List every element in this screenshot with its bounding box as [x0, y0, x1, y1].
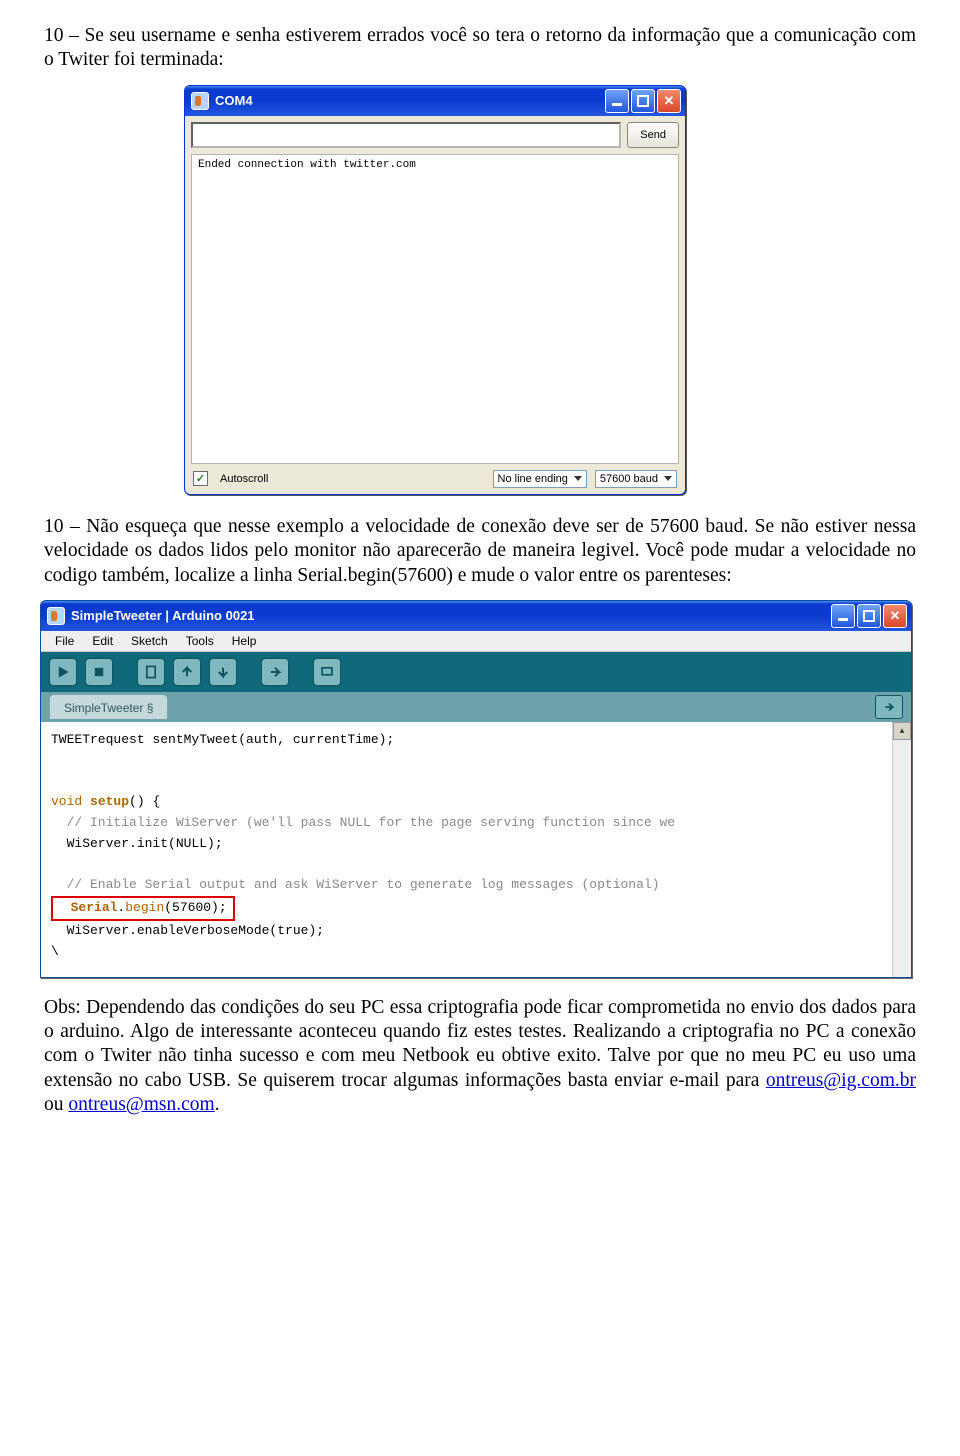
email-link-1[interactable]: ontreus@ig.com.br — [766, 1070, 916, 1091]
close-button[interactable]: ✕ — [657, 89, 681, 113]
paragraph-obs: Obs: Dependendo das condições do seu PC … — [44, 996, 916, 1118]
chevron-down-icon — [664, 476, 672, 481]
open-button[interactable] — [173, 658, 201, 686]
ide-window-title: SimpleTweeter | Arduino 0021 — [71, 608, 831, 623]
serial-monitor-button[interactable] — [313, 658, 341, 686]
tab-menu-button[interactable] — [875, 695, 903, 719]
email-link-2[interactable]: ontreus@msn.com — [68, 1094, 214, 1115]
code-line: WiServer.init(NULL); — [51, 836, 223, 851]
ide-menubar: File Edit Sketch Tools Help — [41, 631, 911, 652]
ide-titlebar[interactable]: SimpleTweeter | Arduino 0021 ✕ — [41, 601, 911, 631]
menu-help[interactable]: Help — [232, 634, 257, 648]
minimize-button[interactable] — [831, 604, 855, 628]
maximize-button[interactable] — [631, 89, 655, 113]
send-button[interactable]: Send — [627, 122, 679, 148]
window-title: COM4 — [215, 93, 605, 108]
code-comment: // Enable Serial output and ask WiServer… — [51, 877, 660, 892]
chevron-down-icon — [574, 476, 582, 481]
menu-sketch[interactable]: Sketch — [131, 634, 168, 648]
new-button[interactable] — [137, 658, 165, 686]
baud-value: 57600 baud — [600, 473, 658, 485]
menu-tools[interactable]: Tools — [186, 634, 214, 648]
code-editor[interactable]: TWEETrequest sentMyTweet(auth, currentTi… — [41, 722, 893, 977]
code-keyword: void — [51, 794, 82, 809]
upload-button[interactable] — [261, 658, 289, 686]
maximize-button[interactable] — [857, 604, 881, 628]
ide-statusbar: SimpleTweeter § — [41, 692, 911, 722]
code-line: TWEETrequest sentMyTweet(auth, currentTi… — [51, 732, 394, 747]
code-func: setup — [90, 794, 129, 809]
menu-edit[interactable]: Edit — [92, 634, 113, 648]
scrollbar[interactable]: ▴ — [893, 722, 911, 977]
stop-button[interactable] — [85, 658, 113, 686]
code-comment: // Initialize WiServer (we'll pass NULL … — [51, 815, 675, 830]
ide-toolbar — [41, 652, 911, 692]
line-ending-value: No line ending — [498, 473, 568, 485]
save-button[interactable] — [209, 658, 237, 686]
paragraph-1: 10 – Se seu username e senha estiverem e… — [44, 24, 916, 73]
java-icon — [47, 607, 65, 625]
arduino-ide-window: SimpleTweeter | Arduino 0021 ✕ File Edit… — [40, 600, 912, 978]
sketch-tab[interactable]: SimpleTweeter § — [49, 694, 168, 719]
java-icon — [191, 92, 209, 110]
highlighted-line: Serial.begin(57600); — [51, 896, 235, 921]
serial-input[interactable] — [191, 122, 621, 148]
line-ending-dropdown[interactable]: No line ending — [493, 470, 587, 488]
run-button[interactable] — [49, 658, 77, 686]
code-line: \ — [51, 944, 59, 959]
titlebar[interactable]: COM4 ✕ — [185, 86, 685, 116]
code-line: WiServer.enableVerboseMode(true); — [51, 923, 324, 938]
menu-file[interactable]: File — [55, 634, 74, 648]
baud-dropdown[interactable]: 57600 baud — [595, 470, 677, 488]
autoscroll-label: Autoscroll — [220, 473, 268, 485]
paragraph-2: 10 – Não esqueça que nesse exemplo a vel… — [44, 515, 916, 588]
close-button[interactable]: ✕ — [883, 604, 907, 628]
serial-monitor-window: COM4 ✕ Send Ended connection with twitte… — [184, 85, 686, 495]
autoscroll-checkbox[interactable]: ✓ — [193, 471, 208, 486]
minimize-button[interactable] — [605, 89, 629, 113]
scroll-up-icon[interactable]: ▴ — [893, 722, 911, 740]
serial-console: Ended connection with twitter.com — [191, 154, 679, 464]
